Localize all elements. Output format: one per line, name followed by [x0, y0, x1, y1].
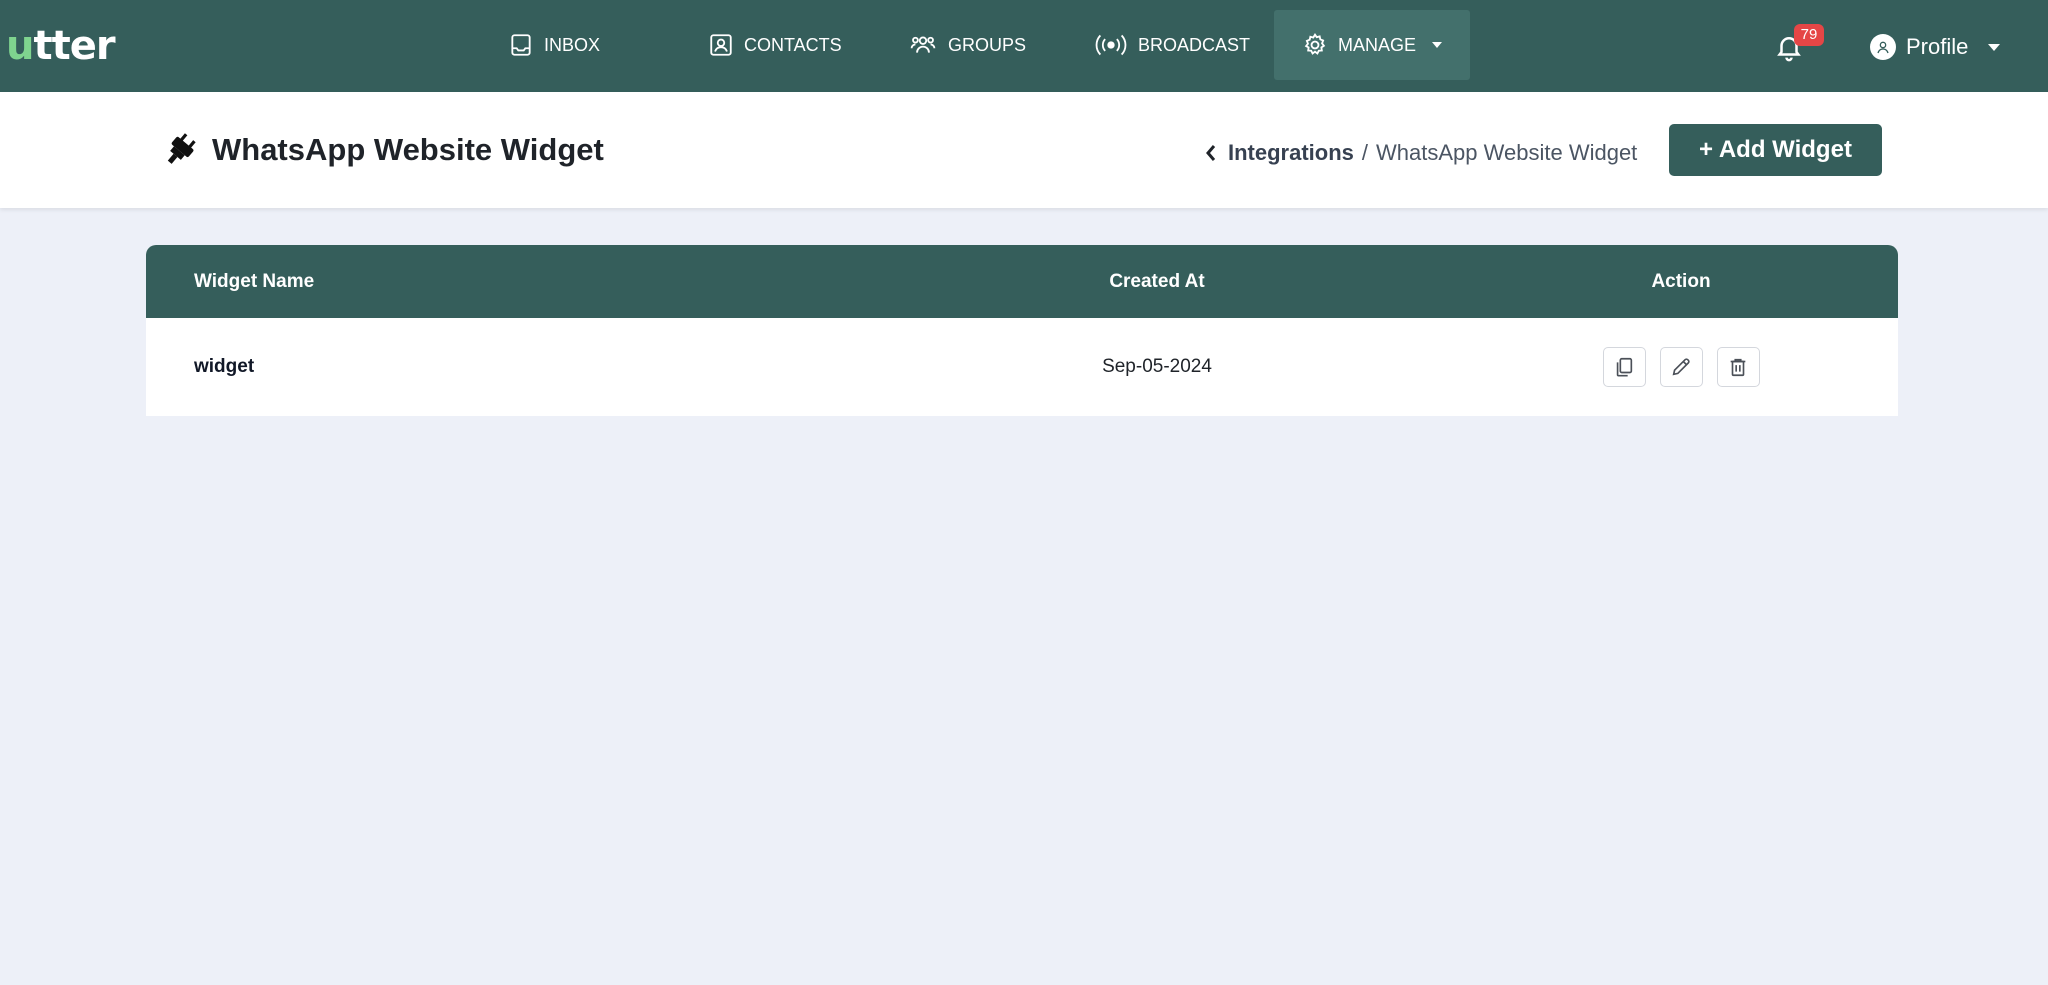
breadcrumb-parent-label: Integrations — [1228, 140, 1354, 165]
chevron-down-icon — [1432, 42, 1443, 48]
nav-contacts[interactable]: CONTACTS — [708, 10, 842, 80]
widget-name-cell: widget — [194, 356, 255, 377]
nav-inbox-label: INBOX — [544, 34, 601, 55]
table-row: widget Sep-05-2024 — [146, 318, 1898, 416]
user-circle-icon — [1877, 41, 1889, 54]
contact-card-icon — [710, 34, 732, 56]
header-created-at: Created At — [1109, 270, 1205, 292]
header-widget-name: Widget Name — [194, 270, 315, 292]
table-header: Widget Name Created At Action — [146, 245, 1898, 318]
gear-icon — [1304, 33, 1326, 55]
nav-inbox[interactable]: INBOX — [508, 10, 600, 80]
copy-icon — [1616, 357, 1633, 377]
profile-menu[interactable]: Profile — [1870, 30, 2001, 64]
profile-label: Profile — [1906, 34, 1969, 59]
page-title-group: WhatsApp Website Widget — [160, 128, 604, 172]
copy-button[interactable] — [1602, 347, 1646, 387]
add-widget-button[interactable]: + Add Widget — [1669, 124, 1882, 176]
breadcrumb-integrations-link[interactable]: Integrations — [1204, 140, 1354, 166]
pencil-icon — [1672, 358, 1690, 376]
breadcrumb-separator: / — [1361, 140, 1369, 165]
nav-manage-label: MANAGE — [1338, 34, 1417, 55]
plug-icon — [167, 133, 196, 164]
nav-groups[interactable]: GROUPS — [908, 10, 1026, 80]
page-title: WhatsApp Website Widget — [212, 132, 604, 167]
app-logo[interactable]: utter — [6, 22, 116, 70]
edit-button[interactable] — [1659, 347, 1703, 387]
avatar — [1870, 34, 1896, 60]
notification-count-badge: 79 — [1794, 24, 1824, 46]
broadcast-icon — [1095, 34, 1127, 56]
chevron-down-icon — [1988, 43, 2001, 51]
header-action: Action — [1651, 270, 1711, 292]
nav-broadcast-label: BROADCAST — [1138, 34, 1251, 55]
users-icon — [910, 36, 936, 53]
breadcrumb-current: WhatsApp Website Widget — [1376, 140, 1638, 165]
nav-contacts-label: CONTACTS — [744, 34, 842, 55]
widgets-table: Widget Name Created At Action widget Sep… — [146, 245, 1898, 416]
delete-button[interactable] — [1716, 347, 1760, 387]
top-navbar: utter INBOX CONTACTS GROUPS BROADCAST MA… — [0, 0, 2048, 92]
breadcrumb: Integrations / WhatsApp Website Widget — [1204, 138, 1637, 168]
page-header: WhatsApp Website Widget Integrations / W… — [0, 92, 2048, 208]
nav-broadcast[interactable]: BROADCAST — [1094, 10, 1250, 80]
chevron-left-icon — [1206, 145, 1216, 161]
nav-manage[interactable]: MANAGE — [1274, 10, 1471, 80]
nav-groups-label: GROUPS — [948, 34, 1027, 55]
action-cell — [1464, 318, 1898, 416]
inbox-icon — [511, 34, 531, 56]
trash-icon — [1730, 358, 1746, 377]
created-at-cell: Sep-05-2024 — [1102, 356, 1212, 377]
